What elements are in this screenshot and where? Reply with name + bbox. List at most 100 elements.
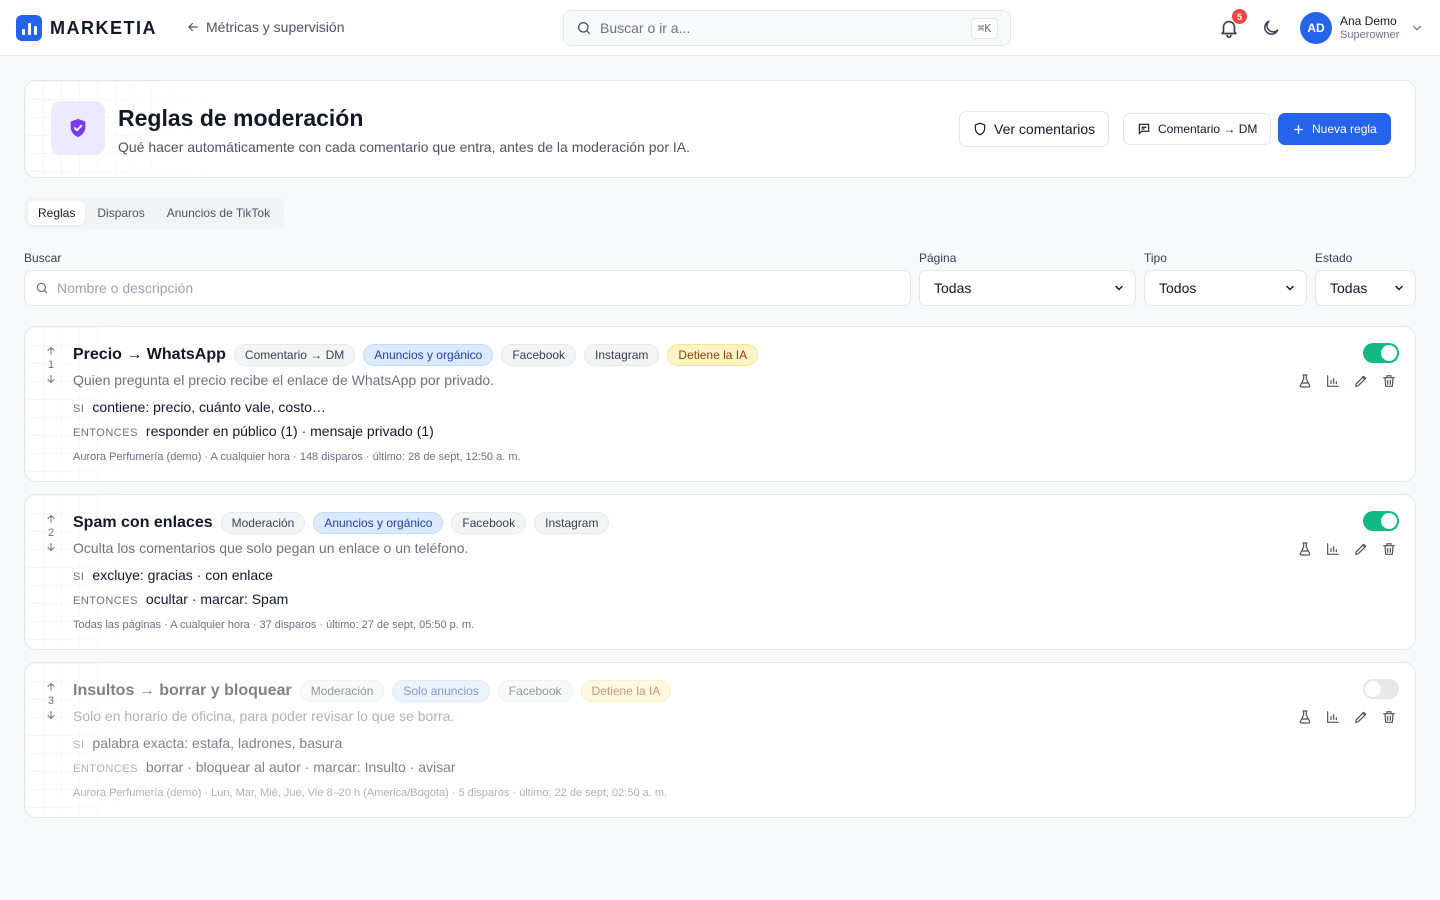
- pencil-icon[interactable]: [1353, 709, 1369, 725]
- rule-tag: Instagram: [584, 344, 660, 366]
- tab-tiktok-ads[interactable]: Anuncios de TikTok: [157, 201, 280, 225]
- back-link-label: Métricas y supervisión: [206, 19, 345, 35]
- search-filter-label: Buscar: [24, 251, 62, 265]
- rule-actions: [1297, 541, 1397, 557]
- notification-badge: 5: [1232, 9, 1247, 24]
- pencil-icon[interactable]: [1353, 541, 1369, 557]
- arrow-down-icon[interactable]: [45, 541, 57, 553]
- chevron-down-icon: [1286, 285, 1294, 291]
- status-filter-label: Estado: [1315, 251, 1353, 265]
- rule-card-1: 1 Precio → WhatsApp Comentario → DM Anunc…: [24, 326, 1416, 482]
- rule-order-controls: 2: [41, 513, 61, 553]
- rule-condition: SI contiene: precio, cuánto vale, costo…: [73, 399, 326, 415]
- chat-icon: [1138, 123, 1150, 135]
- if-keyword: SI: [73, 571, 85, 583]
- rule-tag: Anuncios y orgánico: [313, 512, 444, 534]
- arrow-down-icon[interactable]: [45, 709, 57, 721]
- flask-icon[interactable]: [1297, 709, 1313, 725]
- rule-tag: Comentario → DM: [233, 344, 356, 366]
- rule-order-number: 2: [47, 527, 55, 539]
- rule-title[interactable]: Spam con enlaces: [73, 514, 213, 532]
- plus-icon: [1294, 124, 1303, 134]
- new-rule-button[interactable]: Nueva regla: [1278, 113, 1391, 145]
- user-role: Superowner: [1340, 29, 1400, 41]
- back-arrow-icon: [188, 22, 198, 32]
- tab-disparos[interactable]: Disparos: [87, 201, 154, 225]
- page-filter-select[interactable]: Todas: [919, 270, 1136, 306]
- rule-title-row: Spam con enlaces Moderación Anuncios y or…: [73, 512, 610, 534]
- action-text: responder en público (1) · mensaje priva…: [145, 423, 434, 439]
- rule-card-2: 2 Spam con enlaces Moderación Anuncios y …: [24, 494, 1416, 650]
- rule-search-placeholder: Nombre o descripción: [57, 280, 194, 296]
- rule-meta: Todas las páginas · A cualquier hora · 3…: [73, 619, 475, 631]
- view-comments-label: Ver comentarios: [994, 121, 1096, 137]
- bar-chart-icon[interactable]: [1325, 373, 1341, 389]
- view-comments-button[interactable]: Ver comentarios: [959, 111, 1110, 147]
- rule-condition: SI excluye: gracias · con enlace: [73, 567, 273, 583]
- bar-chart-icon[interactable]: [1325, 541, 1341, 557]
- rule-order-controls: 1: [41, 345, 61, 385]
- tab-reglas[interactable]: Reglas: [28, 201, 86, 225]
- rule-action: ENTONCES ocultar · marcar: Spam: [73, 591, 288, 607]
- flask-icon[interactable]: [1297, 373, 1313, 389]
- new-rule-label: Nueva regla: [1312, 122, 1377, 136]
- type-filter-value: Todos: [1159, 280, 1197, 296]
- condition-text: contiene: precio, cuánto vale, costo…: [92, 399, 326, 415]
- search-shortcut: ⌘K: [970, 17, 998, 39]
- chevron-down-icon: [1395, 285, 1403, 291]
- rule-tag: Moderación: [299, 680, 385, 702]
- page-subtitle: Qué hacer automáticamente con cada comen…: [118, 139, 691, 155]
- trash-icon[interactable]: [1381, 709, 1397, 725]
- arrow-up-icon[interactable]: [45, 345, 57, 357]
- top-bar: MARKETIA Métricas y supervisión Buscar o…: [0, 0, 1440, 56]
- rule-tag: Anuncios y orgánico: [363, 344, 494, 366]
- chevron-down-icon[interactable]: [1410, 21, 1424, 35]
- rule-description: Solo en horario de oficina, para poder r…: [73, 708, 455, 724]
- page-filter-value: Todas: [934, 280, 972, 296]
- brand-logo[interactable]: MARKETIA: [16, 15, 157, 41]
- arrow-down-icon[interactable]: [45, 373, 57, 385]
- pencil-icon[interactable]: [1353, 373, 1369, 389]
- then-keyword: ENTONCES: [73, 595, 138, 607]
- user-menu[interactable]: Ana Demo Superowner: [1340, 14, 1399, 41]
- rule-enabled-toggle[interactable]: [1363, 679, 1399, 699]
- global-search-input[interactable]: Buscar o ir a... ⌘K: [563, 10, 1011, 46]
- arrow-up-icon[interactable]: [45, 513, 57, 525]
- arrow-up-icon[interactable]: [45, 681, 57, 693]
- moon-icon[interactable]: [1261, 18, 1281, 38]
- back-link[interactable]: Métricas y supervisión: [186, 19, 345, 35]
- rule-tag: Instagram: [534, 512, 610, 534]
- rule-enabled-toggle[interactable]: [1363, 343, 1399, 363]
- comment-dm-button[interactable]: Comentario → DM: [1123, 113, 1272, 145]
- rule-title[interactable]: Insultos → borrar y bloquear: [73, 682, 292, 700]
- global-search-placeholder: Buscar o ir a...: [600, 20, 691, 36]
- trash-icon[interactable]: [1381, 373, 1397, 389]
- header-icon-box: [51, 101, 105, 155]
- rule-meta: Aurora Perfumería (demo) · Lun, Mar, Mié…: [73, 787, 668, 799]
- type-filter-select[interactable]: Todos: [1144, 270, 1307, 306]
- rule-enabled-toggle[interactable]: [1363, 511, 1399, 531]
- rule-tag: Solo anuncios: [392, 680, 490, 702]
- rule-title-row: Insultos → borrar y bloquear Moderación S…: [73, 680, 672, 702]
- rule-meta: Aurora Perfumería (demo) · A cualquier h…: [73, 451, 521, 463]
- rule-title[interactable]: Precio → WhatsApp: [73, 346, 226, 364]
- flask-icon[interactable]: [1297, 541, 1313, 557]
- rule-description: Oculta los comentarios que solo pegan un…: [73, 540, 469, 556]
- rule-search-input[interactable]: Nombre o descripción: [24, 270, 911, 306]
- status-filter-value: Todas: [1330, 280, 1368, 296]
- rule-tag: Facebook: [501, 344, 577, 366]
- status-filter-select[interactable]: Todas: [1315, 270, 1416, 306]
- brand-name: MARKETIA: [50, 17, 157, 38]
- condition-text: excluye: gracias · con enlace: [92, 567, 273, 583]
- avatar[interactable]: AD: [1300, 12, 1332, 44]
- rule-order-number: 3: [47, 695, 55, 707]
- rule-action: ENTONCES borrar · bloquear al autor · ma…: [73, 759, 456, 775]
- trash-icon[interactable]: [1381, 541, 1397, 557]
- then-keyword: ENTONCES: [73, 763, 138, 775]
- user-name: Ana Demo: [1340, 14, 1397, 28]
- logo-icon: [16, 15, 42, 41]
- condition-text: palabra exacta: estafa, ladrones, basura: [92, 735, 343, 751]
- bar-chart-icon[interactable]: [1325, 709, 1341, 725]
- rule-title-row: Precio → WhatsApp Comentario → DM Anuncio…: [73, 344, 759, 366]
- if-keyword: SI: [73, 739, 85, 751]
